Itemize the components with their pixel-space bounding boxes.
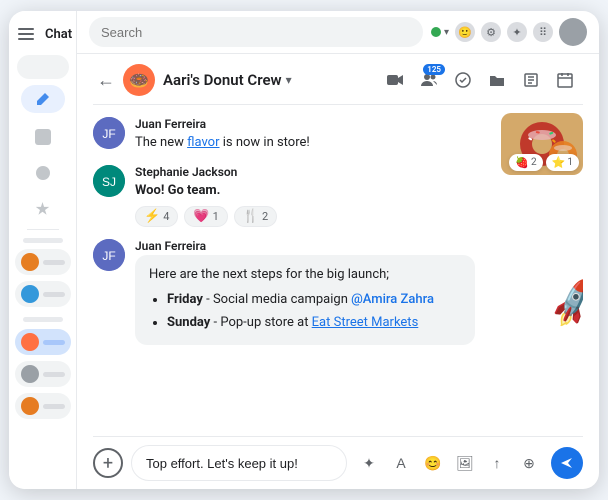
add-attachment-button[interactable]: + xyxy=(93,448,123,478)
sidebar-section-label xyxy=(23,238,63,243)
sidebar-item[interactable] xyxy=(15,393,71,419)
app-container: Chat xyxy=(9,11,599,489)
input-actions: ✦ A 😊 🖼 ↑ ⊕ xyxy=(355,449,543,477)
smiley-button[interactable]: 🙂 xyxy=(455,22,475,42)
image-reactions: 🍓2 ⭐1 xyxy=(509,154,579,171)
text-format-button[interactable]: A xyxy=(387,449,415,477)
sidebar-item[interactable] xyxy=(15,281,71,307)
reaction-lightning[interactable]: ⚡4 xyxy=(135,206,178,227)
sidebar-top-bar: Chat xyxy=(9,19,76,49)
bullet-item-sunday: Sunday - Pop-up store at Eat Street Mark… xyxy=(167,313,461,334)
reaction-fork[interactable]: 🍴2 xyxy=(234,206,277,227)
search-input[interactable] xyxy=(89,17,423,47)
upload-button[interactable]: ↑ xyxy=(483,449,511,477)
sidebar-section-label-2 xyxy=(23,317,63,322)
chat-header-actions: 125 xyxy=(381,66,579,94)
main-area: ▾ 🙂 ⚙ ✦ ⠿ ← 🍩 Aari's Donut Crew ▾ xyxy=(77,11,599,489)
sidebar-nav xyxy=(9,121,76,225)
svg-text:SJ: SJ xyxy=(102,175,116,189)
members-button[interactable]: 125 xyxy=(415,66,443,94)
sidebar: Chat xyxy=(9,11,77,489)
add-icon-button[interactable]: ✦ xyxy=(507,22,527,42)
video-call-button[interactable] xyxy=(381,66,409,94)
sidebar-nav-home[interactable] xyxy=(23,121,63,153)
star-reaction[interactable]: ⭐1 xyxy=(546,154,579,171)
mention-amira[interactable]: @Amira Zahra xyxy=(351,292,434,307)
image-upload-button[interactable]: 🖼 xyxy=(451,449,479,477)
message-avatar-juan: JF xyxy=(93,117,125,149)
hamburger-menu-button[interactable] xyxy=(15,25,37,43)
eat-street-link[interactable]: Eat Street Markets xyxy=(312,315,419,330)
bullet-item-friday: Friday - Social media campaign @Amira Za… xyxy=(167,290,461,311)
flavor-link[interactable]: flavor xyxy=(187,135,219,150)
compose-icon xyxy=(35,91,51,107)
send-button[interactable] xyxy=(551,447,583,479)
top-bar: ▾ 🙂 ⚙ ✦ ⠿ xyxy=(77,11,599,54)
search-bar-placeholder[interactable] xyxy=(17,55,69,79)
bullet-list: Friday - Social media campaign @Amira Za… xyxy=(149,290,461,334)
input-area: + ✦ A 😊 🖼 ↑ ⊕ xyxy=(93,436,583,489)
group-avatar: 🍩 xyxy=(123,64,155,96)
sidebar-item-active[interactable] xyxy=(15,329,71,355)
chat-header: ← 🍩 Aari's Donut Crew ▾ 125 xyxy=(93,54,583,105)
emoji-button[interactable]: 😊 xyxy=(419,449,447,477)
compose-button[interactable] xyxy=(21,85,65,113)
star-format-button[interactable]: ✦ xyxy=(355,449,383,477)
message-content-juan2: Juan Ferreira Here are the next steps fo… xyxy=(135,239,583,345)
settings-button[interactable]: ⚙ xyxy=(481,22,501,42)
folder-button[interactable] xyxy=(483,66,511,94)
task-list-button[interactable] xyxy=(517,66,545,94)
sidebar-item[interactable] xyxy=(15,249,71,275)
sidebar-nav-star[interactable] xyxy=(23,193,63,225)
sidebar-chat-list xyxy=(9,247,76,424)
top-bar-actions: ▾ 🙂 ⚙ ✦ ⠿ xyxy=(431,18,587,46)
messages-area: JF Juan Ferreira The new flavor is now i… xyxy=(93,105,583,436)
message-sender-juan2: Juan Ferreira xyxy=(135,239,583,253)
sidebar-nav-mentions[interactable] xyxy=(23,157,63,189)
group-name: Aari's Donut Crew xyxy=(163,71,282,89)
more-options-button[interactable]: ⊕ xyxy=(515,449,543,477)
user-avatar[interactable] xyxy=(559,18,587,46)
message-row: JF Juan Ferreira The new flavor is now i… xyxy=(93,117,583,153)
message-text-stephanie: Woo! Go team. xyxy=(135,181,583,201)
sidebar-item[interactable] xyxy=(15,361,71,387)
message-input[interactable] xyxy=(131,445,347,481)
status-chevron: ▾ xyxy=(444,27,449,38)
message-bubble: Here are the next steps for the big laun… xyxy=(135,255,475,345)
members-badge: 125 xyxy=(423,64,445,75)
sidebar-divider xyxy=(27,229,59,230)
group-name-chevron[interactable]: ▾ xyxy=(286,73,292,87)
send-icon xyxy=(559,455,575,471)
status-indicator[interactable]: ▾ xyxy=(431,27,449,38)
back-button[interactable]: ← xyxy=(97,70,115,91)
svg-text:JF: JF xyxy=(102,249,115,263)
grid-button[interactable]: ⠿ xyxy=(533,22,553,42)
chat-window: ← 🍩 Aari's Donut Crew ▾ 125 xyxy=(77,54,599,489)
svg-text:JF: JF xyxy=(102,127,115,141)
tasks-button[interactable] xyxy=(449,66,477,94)
message-avatar-juan2: JF xyxy=(93,239,125,271)
message-reactions: ⚡4 💗1 🍴2 xyxy=(135,206,583,227)
message-avatar-stephanie: SJ xyxy=(93,165,125,197)
status-dot xyxy=(431,27,441,37)
calendar-button[interactable] xyxy=(551,66,579,94)
app-title: Chat xyxy=(45,27,72,42)
donut-image: 🍓2 ⭐1 xyxy=(501,113,583,175)
bubble-intro: Here are the next steps for the big laun… xyxy=(149,267,389,282)
strawberry-reaction[interactable]: 🍓2 xyxy=(509,154,542,171)
message-row-juan2: JF Juan Ferreira Here are the next steps… xyxy=(93,239,583,345)
reaction-heart[interactable]: 💗1 xyxy=(184,206,227,227)
